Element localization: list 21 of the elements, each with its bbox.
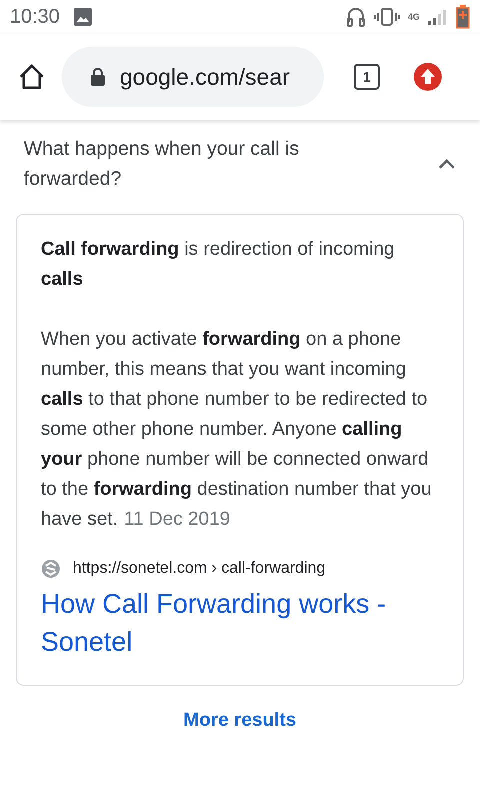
collapse-icon[interactable]: [438, 158, 456, 170]
network-type: 4G: [408, 12, 420, 22]
update-icon[interactable]: [414, 63, 442, 91]
address-bar[interactable]: google.com/sear: [62, 47, 324, 107]
status-time: 10:30: [10, 6, 60, 28]
headphones-icon: [346, 6, 366, 28]
site-favicon-icon: [41, 559, 61, 579]
more-results-link[interactable]: More results: [184, 710, 296, 732]
source-url: https://sonetel.com › call-forwarding: [73, 560, 326, 578]
tab-switcher-button[interactable]: 1: [354, 64, 380, 90]
question-text[interactable]: What happens when your call is forwarded?: [24, 134, 344, 194]
image-icon: [74, 8, 92, 26]
answer-heading: Call forwarding is redirection of incoming calls: [41, 238, 396, 292]
vibrate-icon: [374, 8, 400, 26]
answer-text: When you activate forwarding on a phone number, this means that you want incoming calls to that phone number to be redirected to some other phone number. Anyone calling your phone number will be connected onward to the forwarding destination number that you have set. 11 Dec 2019: [41, 328, 433, 532]
url-text: google.com/sear: [120, 64, 290, 90]
signal-icon: [428, 9, 448, 25]
home-icon[interactable]: [18, 64, 46, 90]
lock-icon: [90, 67, 106, 87]
result-link[interactable]: How Call Forwarding works - Sonetel: [41, 585, 441, 661]
battery-icon: [456, 5, 470, 29]
